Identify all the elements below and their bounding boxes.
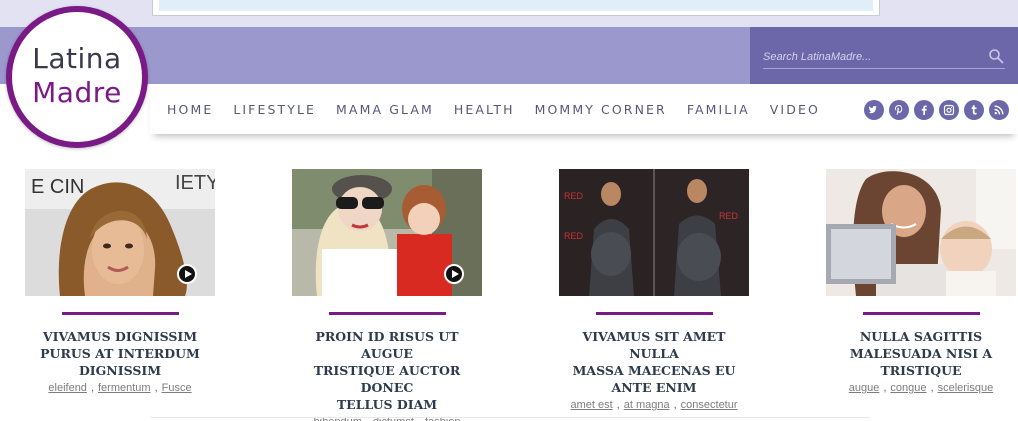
pinterest-icon[interactable]: [889, 100, 909, 120]
article-title[interactable]: VIVAMUS DIGNISSIM PURUS AT INTERDUM DIGN…: [25, 328, 215, 379]
tag-link[interactable]: amet est: [570, 399, 612, 411]
nav-item-mommy-corner[interactable]: MOMMY CORNER: [535, 102, 667, 117]
footer-divider: [150, 417, 870, 418]
title-divider: [328, 312, 446, 315]
article-thumbnail[interactable]: E CIN IETY: [25, 169, 215, 296]
title-divider: [61, 312, 179, 315]
tumblr-icon[interactable]: [964, 100, 984, 120]
title-divider: [862, 312, 980, 315]
nav-item-video[interactable]: VIDEO: [770, 102, 820, 117]
nav-item-lifestyle[interactable]: LIFESTYLE: [233, 102, 316, 117]
logo-text-bottom: Madre: [32, 76, 122, 109]
svg-text:IETY: IETY: [175, 172, 215, 194]
article-card: E CIN IETY VIVAMUS DIGNISSIM PURUS AT IN…: [25, 169, 215, 394]
tag-link[interactable]: at magna: [624, 399, 670, 411]
tag-link[interactable]: Fusce: [162, 382, 192, 394]
tag-link[interactable]: congue: [890, 382, 926, 394]
article-title[interactable]: NULLA SAGITTIS MALESUADA NISI A TRISTIQU…: [826, 328, 1016, 379]
ad-banner-inner: [159, 0, 873, 11]
article-card: NULLA SAGITTIS MALESUADA NISI A TRISTIQU…: [826, 169, 1016, 394]
svg-text:RED: RED: [564, 231, 584, 241]
article-title[interactable]: VIVAMUS SIT AMET NULLA MASSA MAECENAS EU…: [559, 328, 749, 396]
article-thumbnail[interactable]: RED RED RED: [559, 169, 749, 296]
twitter-icon[interactable]: [864, 100, 884, 120]
play-icon[interactable]: [177, 264, 197, 284]
tag-link[interactable]: consectetur: [681, 399, 738, 411]
svg-text:E CIN: E CIN: [31, 176, 84, 198]
nav-item-health[interactable]: HEALTH: [454, 102, 515, 117]
article-card: PROIN ID RISUS UT AUGUE TRISTIQUE AUCTOR…: [292, 169, 482, 421]
article-tags: augue, congue, scelerisque: [848, 382, 994, 394]
nav-item-familia[interactable]: FAMILIA: [687, 102, 750, 117]
nav-item-mama-glam[interactable]: MAMA GLAM: [336, 102, 434, 117]
logo-text-top: Latina: [32, 42, 122, 75]
search-input[interactable]: [763, 47, 1005, 69]
title-divider: [595, 312, 713, 315]
article-thumbnail[interactable]: [292, 169, 482, 296]
tag-link[interactable]: scelerisque: [938, 382, 994, 394]
search-icon[interactable]: [988, 48, 1004, 64]
nav-list: HOME LIFESTYLE MAMA GLAM HEALTH MOMMY CO…: [167, 102, 840, 117]
main-nav: HOME LIFESTYLE MAMA GLAM HEALTH MOMMY CO…: [150, 84, 1018, 134]
instagram-icon[interactable]: [939, 100, 959, 120]
svg-text:RED: RED: [719, 211, 739, 221]
ad-banner[interactable]: [152, 0, 880, 16]
article-thumbnail[interactable]: [826, 169, 1016, 296]
article-title[interactable]: PROIN ID RISUS UT AUGUE TRISTIQUE AUCTOR…: [292, 328, 482, 413]
facebook-icon[interactable]: [914, 100, 934, 120]
article-tags: amet est, at magna, consectetur: [570, 399, 738, 411]
rss-icon[interactable]: [989, 100, 1009, 120]
social-links: [864, 100, 1014, 120]
search-panel: [750, 27, 1018, 84]
site-logo[interactable]: Latina Madre: [6, 6, 148, 148]
nav-item-home[interactable]: HOME: [167, 102, 213, 117]
play-icon[interactable]: [444, 264, 464, 284]
article-card: RED RED RED VIVAMUS SIT AMET NULLA MASSA…: [559, 169, 749, 411]
tag-link[interactable]: augue: [849, 382, 880, 394]
svg-text:RED: RED: [564, 191, 584, 201]
tag-link[interactable]: eleifend: [48, 382, 87, 394]
tag-link[interactable]: fermentum: [98, 382, 151, 394]
article-tags: eleifend, fermentum, Fusce: [48, 382, 192, 394]
